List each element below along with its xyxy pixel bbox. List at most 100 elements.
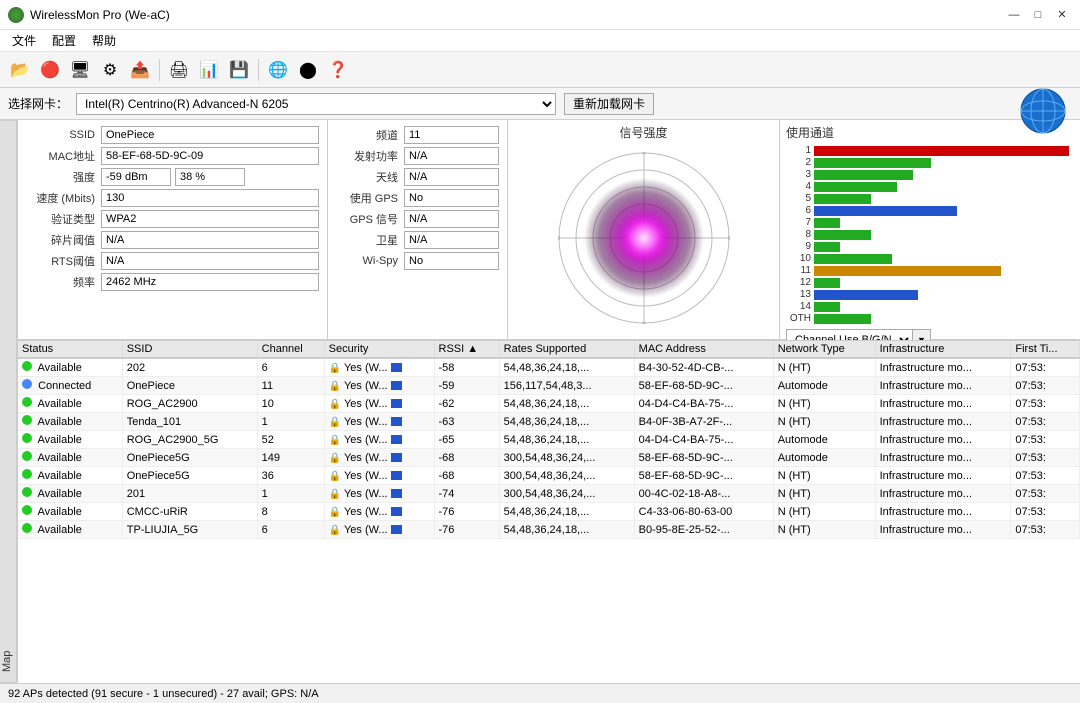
- maximize-button[interactable]: □: [1028, 5, 1048, 25]
- mid-val-txpower: N/A: [404, 147, 499, 165]
- channel-bar-container: [814, 218, 1074, 228]
- mid-row-gps: 使用 GPS No: [336, 189, 499, 207]
- nic-select[interactable]: Intel(R) Centrino(R) Advanced-N 6205: [76, 93, 556, 115]
- signal-bar-icon: [391, 399, 402, 408]
- channel-bar-container: [814, 314, 1074, 324]
- table-row[interactable]: Available OnePiece5G 36 🔒 Yes (W... -68 …: [18, 467, 1080, 485]
- toolbar-btn-graph[interactable]: 📊: [195, 56, 223, 84]
- td-firsttime: 07:53:: [1011, 467, 1080, 485]
- td-infra: Infrastructure mo...: [875, 449, 1011, 467]
- radar-title: 信号强度: [619, 120, 667, 143]
- toolbar-btn-settings[interactable]: ⚙: [96, 56, 124, 84]
- menu-file[interactable]: 文件: [4, 30, 44, 51]
- info-row-authtype: 验证类型 WPA2: [26, 210, 319, 228]
- channel-bar-row: OTH: [786, 313, 1074, 324]
- toolbar-btn-globe[interactable]: 🌐: [264, 56, 292, 84]
- td-infra: Infrastructure mo...: [875, 485, 1011, 503]
- td-rates: 300,54,48,36,24,...: [499, 467, 634, 485]
- channel-bar: [814, 314, 871, 324]
- td-infra: Infrastructure mo...: [875, 358, 1011, 377]
- td-infra: Infrastructure mo...: [875, 377, 1011, 395]
- label-mac: MAC地址: [26, 148, 101, 164]
- mid-label-antenna: 天线: [336, 169, 404, 185]
- table-row[interactable]: Available TP-LIUJIA_5G 6 🔒 Yes (W... -76…: [18, 521, 1080, 539]
- td-mac: 58-EF-68-5D-9C-...: [634, 449, 773, 467]
- val-authtype: WPA2: [101, 210, 319, 228]
- td-status: Available: [18, 395, 122, 413]
- info-row-frag: 碎片阈值 N/A: [26, 231, 319, 249]
- menu-config[interactable]: 配置: [44, 30, 84, 51]
- table-row[interactable]: Connected OnePiece 11 🔒 Yes (W... -59 15…: [18, 377, 1080, 395]
- mid-label-channel: 频道: [336, 127, 404, 143]
- status-dot: [22, 361, 32, 371]
- label-authtype: 验证类型: [26, 211, 101, 227]
- mid-val-wispy: No: [404, 252, 499, 270]
- nic-label: 选择网卡：: [8, 95, 68, 112]
- channel-label: 9: [786, 241, 814, 252]
- status-text: Available: [37, 398, 81, 410]
- lock-icon: 🔒: [329, 471, 341, 482]
- td-security: 🔒 Yes (W...: [324, 449, 434, 467]
- channel-bar-row: 6: [786, 205, 1074, 216]
- th-nettype: Network Type: [773, 341, 875, 358]
- td-nettype: N (HT): [773, 485, 875, 503]
- td-mac: 00-4C-02-18-A8-...: [634, 485, 773, 503]
- table-row[interactable]: Available CMCC-uRiR 8 🔒 Yes (W... -76 54…: [18, 503, 1080, 521]
- window-controls: — □ ✕: [1004, 5, 1072, 25]
- channel-bar: [814, 230, 871, 240]
- td-security: 🔒 Yes (W...: [324, 377, 434, 395]
- mid-row-antenna: 天线 N/A: [336, 168, 499, 186]
- toolbar-btn-circle[interactable]: 🔴: [36, 56, 64, 84]
- td-rssi: -58: [434, 358, 499, 377]
- td-mac: 04-D4-C4-BA-75-...: [634, 431, 773, 449]
- channel-bar: [814, 170, 913, 180]
- table-row[interactable]: Available OnePiece5G 149 🔒 Yes (W... -68…: [18, 449, 1080, 467]
- toolbar-btn-export[interactable]: 📤: [126, 56, 154, 84]
- channel-bar-container: [814, 242, 1074, 252]
- mid-row-satellite: 卫星 N/A: [336, 231, 499, 249]
- td-channel: 52: [257, 431, 324, 449]
- td-channel: 1: [257, 485, 324, 503]
- channel-bar-row: 5: [786, 193, 1074, 204]
- tab-map[interactable]: Map: [0, 120, 17, 683]
- table-row[interactable]: Available ROG_AC2900_5G 52 🔒 Yes (W... -…: [18, 431, 1080, 449]
- close-button[interactable]: ✕: [1052, 5, 1072, 25]
- channel-label: 13: [786, 289, 814, 300]
- info-row-rts: RTS阈值 N/A: [26, 252, 319, 270]
- label-freq: 频率: [26, 274, 101, 290]
- td-rssi: -59: [434, 377, 499, 395]
- signal-bar-icon: [391, 471, 402, 480]
- toolbar-btn-circle2[interactable]: ⬤: [294, 56, 322, 84]
- td-firsttime: 07:53:: [1011, 431, 1080, 449]
- toolbar-btn-print[interactable]: 🖨: [165, 56, 193, 84]
- toolbar-btn-help[interactable]: ❓: [324, 56, 352, 84]
- table-row[interactable]: Available 202 6 🔒 Yes (W... -58 54,48,36…: [18, 358, 1080, 377]
- minimize-button[interactable]: —: [1004, 5, 1024, 25]
- signal-bar-icon: [391, 507, 402, 516]
- table-body: Available 202 6 🔒 Yes (W... -58 54,48,36…: [18, 358, 1080, 539]
- table-row[interactable]: Available 201 1 🔒 Yes (W... -74 300,54,4…: [18, 485, 1080, 503]
- td-rates: 54,48,36,24,18,...: [499, 503, 634, 521]
- globe-logo: [1020, 88, 1066, 134]
- channel-bar-container: [814, 170, 1074, 180]
- table-row[interactable]: Available ROG_AC2900 10 🔒 Yes (W... -62 …: [18, 395, 1080, 413]
- td-infra: Infrastructure mo...: [875, 395, 1011, 413]
- channel-label: 11: [786, 265, 814, 276]
- status-text: Available: [37, 362, 81, 374]
- toolbar-btn-open[interactable]: 📂: [6, 56, 34, 84]
- toolbar-btn-usb[interactable]: 💾: [225, 56, 253, 84]
- td-ssid: OnePiece5G: [122, 449, 257, 467]
- mid-row-wispy: Wi-Spy No: [336, 252, 499, 270]
- nic-reload-button[interactable]: 重新加载网卡: [564, 93, 654, 115]
- td-infra: Infrastructure mo...: [875, 467, 1011, 485]
- channel-label: 1: [786, 145, 814, 156]
- status-dot: [22, 523, 32, 533]
- th-firsttime: First Ti...: [1011, 341, 1080, 358]
- info-row-speed: 速度 (Mbits) 130: [26, 189, 319, 207]
- table-row[interactable]: Available Tenda_101 1 🔒 Yes (W... -63 54…: [18, 413, 1080, 431]
- val-strength-dbm: -59 dBm: [101, 168, 171, 186]
- menu-help[interactable]: 帮助: [84, 30, 124, 51]
- status-text: Available: [37, 524, 81, 536]
- toolbar-btn-scan[interactable]: 🖥: [66, 56, 94, 84]
- td-ssid: Tenda_101: [122, 413, 257, 431]
